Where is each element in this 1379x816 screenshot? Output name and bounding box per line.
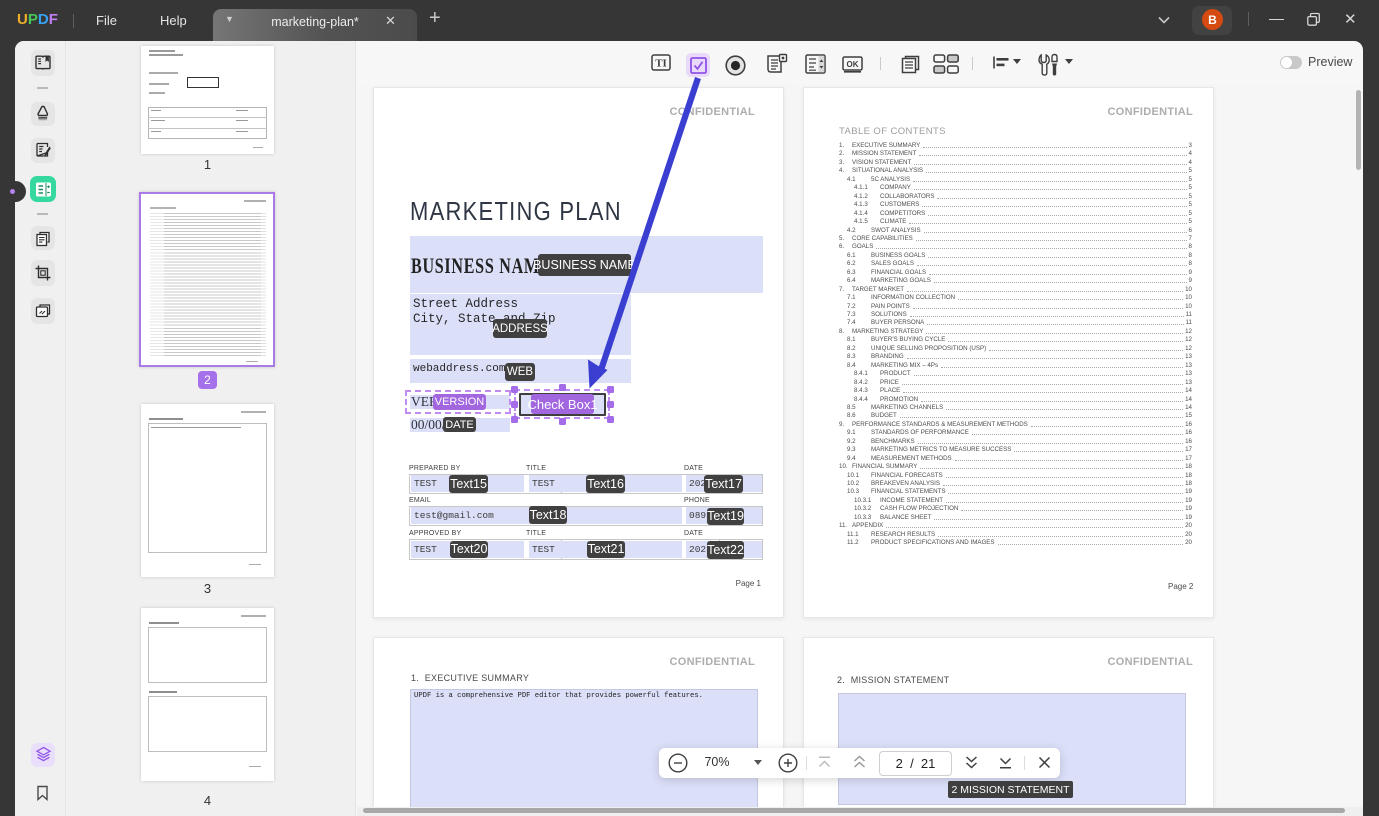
svg-text:TI: TI (655, 58, 667, 70)
svg-text:OK: OK (847, 60, 859, 69)
